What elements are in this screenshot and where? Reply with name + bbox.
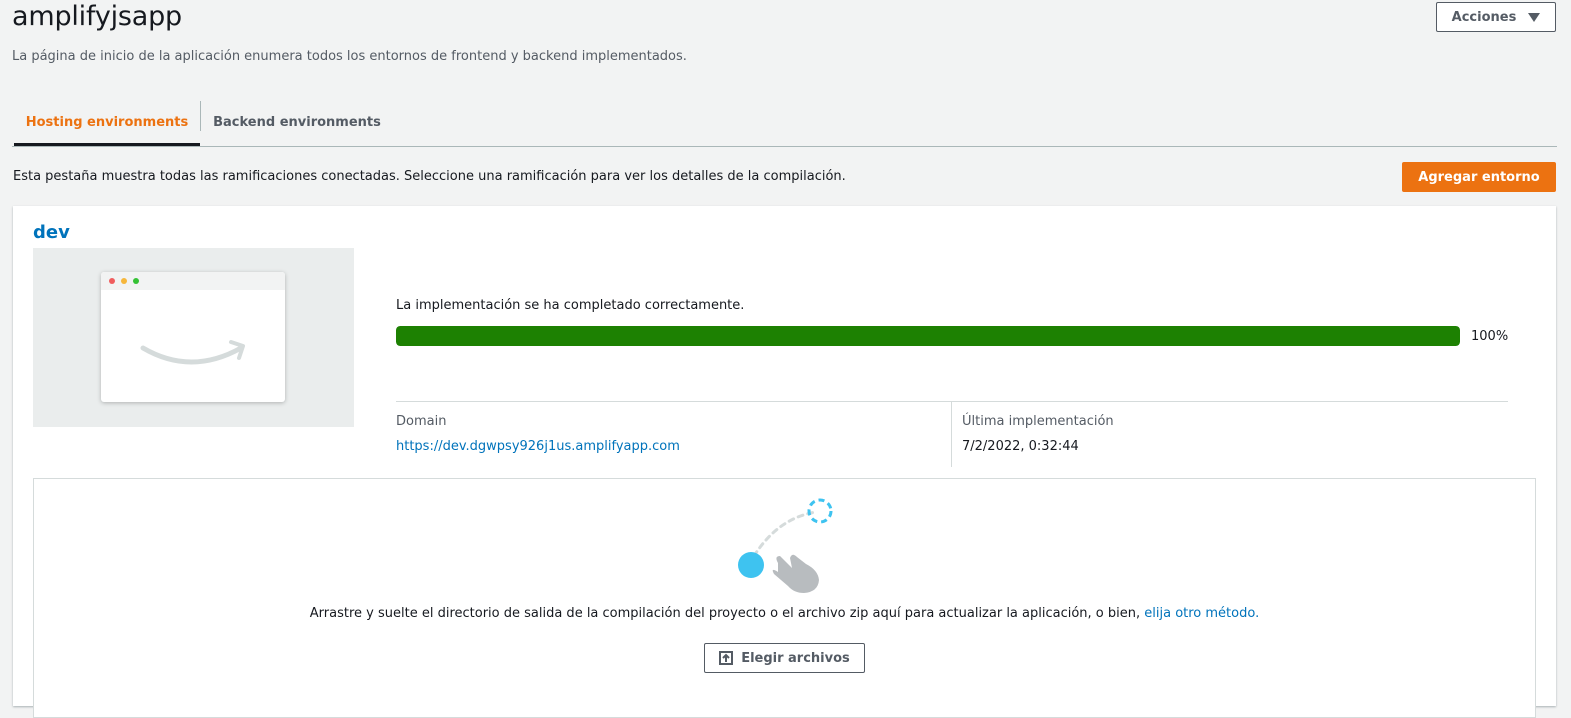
page-title: amplifyjsapp [12, 1, 182, 32]
branch-name-link[interactable]: dev [33, 222, 70, 243]
browser-title-bar [101, 272, 285, 290]
add-environment-button[interactable]: Agregar entorno [1402, 162, 1556, 192]
actions-label: Acciones [1451, 9, 1517, 25]
dropzone-text: Arrastre y suelte el directorio de salid… [309, 606, 1145, 621]
section-divider [396, 401, 1508, 402]
deployment-status-text: La implementación se ha completado corre… [396, 298, 745, 313]
tab-backend-environments[interactable]: Backend environments [202, 101, 392, 144]
drag-and-drop-icon [738, 498, 833, 593]
environment-tabs: Hosting environments Backend environment… [12, 101, 1557, 147]
caret-down-icon [1528, 12, 1541, 22]
last-deploy-label: Última implementación [962, 414, 1114, 429]
progress-percent: 100% [1471, 329, 1509, 344]
green-dot-icon [133, 278, 139, 284]
choose-other-method-link[interactable]: elija otro método. [1144, 606, 1259, 621]
domain-link[interactable]: https://dev.dgwpsy926j1us.amplifyapp.com [396, 439, 680, 454]
upload-icon [719, 651, 734, 665]
tab-separator [200, 101, 201, 131]
dropzone-instructions: Arrastre y suelte el directorio de salid… [34, 606, 1535, 621]
column-divider [951, 402, 952, 467]
tab-hosting-environments[interactable]: Hosting environments [14, 101, 200, 146]
actions-dropdown-button[interactable]: Acciones [1436, 2, 1556, 32]
file-dropzone[interactable]: Arrastre y suelte el directorio de salid… [33, 478, 1536, 718]
branch-preview-thumbnail[interactable] [33, 248, 354, 427]
yellow-dot-icon [121, 278, 127, 284]
branches-info-text: Esta pestaña muestra todas las ramificac… [13, 169, 846, 184]
domain-label: Domain [396, 414, 447, 429]
page-description: La página de inicio de la aplicación enu… [12, 49, 687, 64]
browser-window-illustration [101, 272, 285, 402]
choose-files-label: Elegir archivos [741, 650, 850, 666]
deployment-progress-bar [396, 326, 1460, 346]
red-dot-icon [109, 278, 115, 284]
amazon-smile-icon [140, 340, 245, 365]
last-deploy-value: 7/2/2022, 0:32:44 [962, 439, 1079, 454]
choose-files-button[interactable]: Elegir archivos [704, 643, 865, 673]
branch-card: dev La implementación se ha completado c… [13, 206, 1556, 718]
progress-fill [396, 326, 1460, 346]
